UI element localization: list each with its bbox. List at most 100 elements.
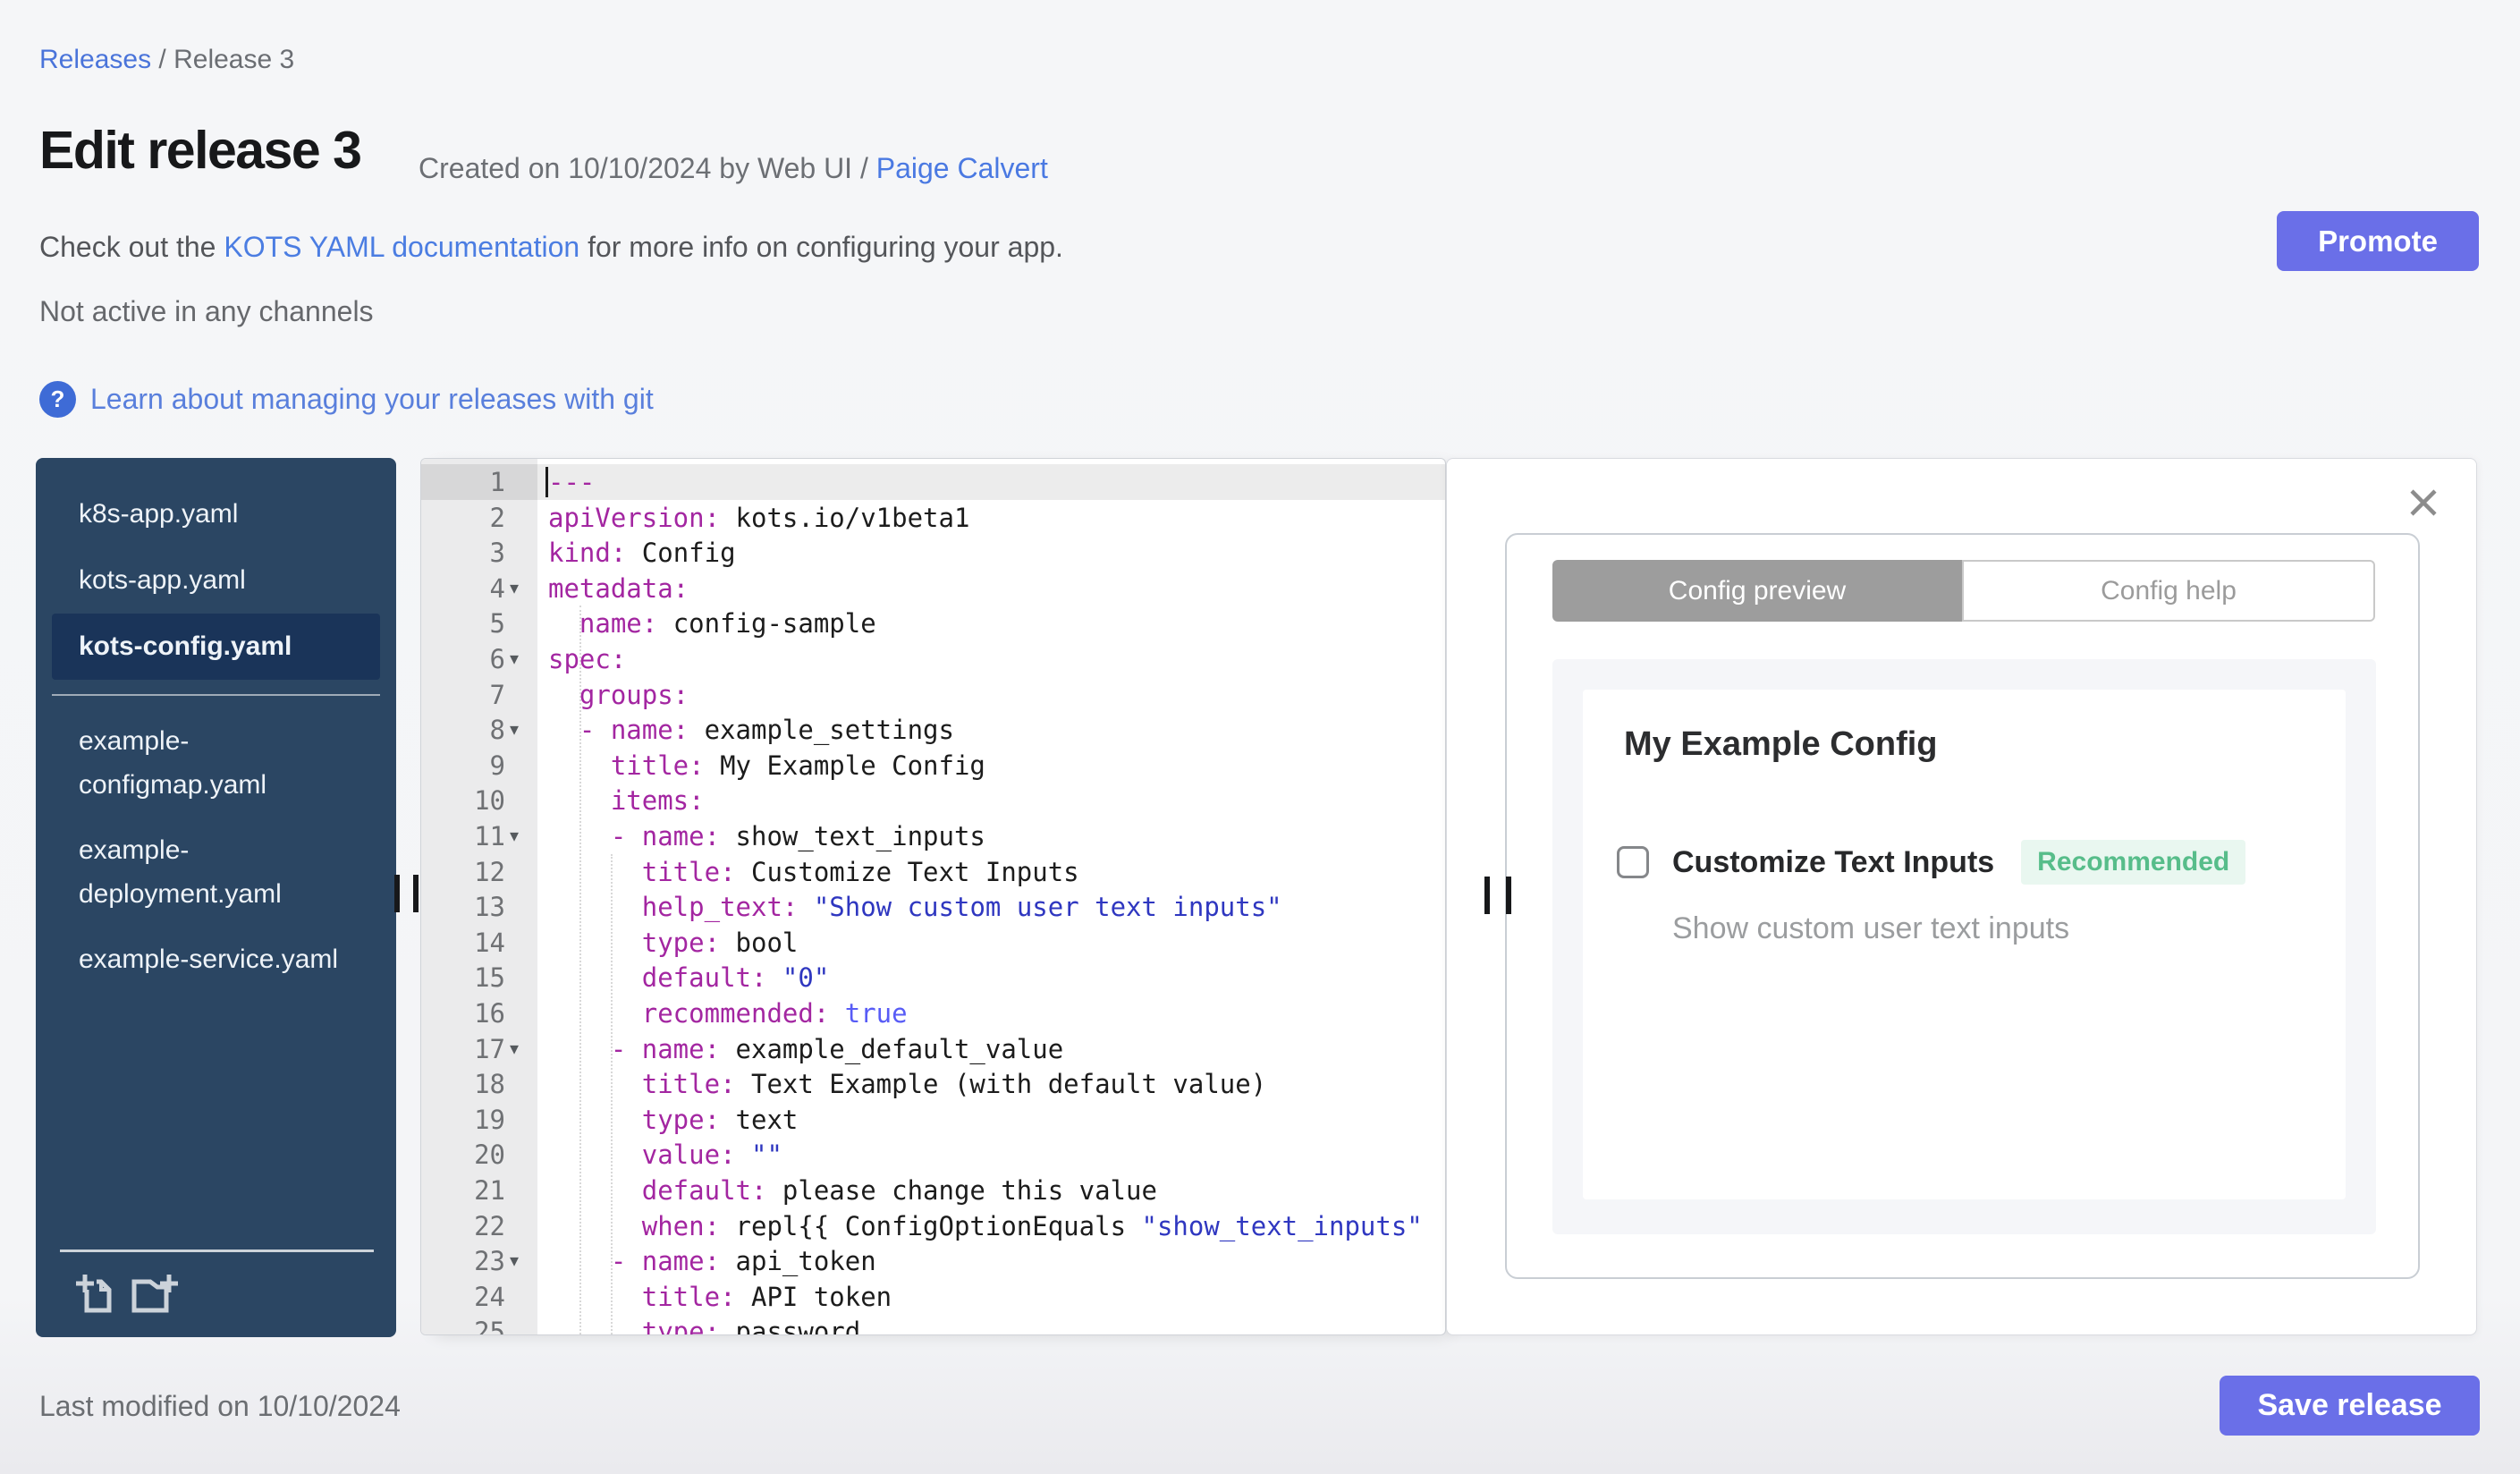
tab-config-help[interactable]: Config help [1962, 560, 2375, 622]
kots-docs-link[interactable]: KOTS YAML documentation [224, 231, 579, 263]
line-number: 1 [489, 467, 505, 497]
tab-config-preview[interactable]: Config preview [1552, 560, 1962, 622]
code-line-22[interactable]: 22 when: repl{{ ConfigOptionEquals "show… [421, 1208, 1445, 1244]
code-line-21[interactable]: 21 default: please change this value [421, 1173, 1445, 1208]
code-line-2[interactable]: 2 apiVersion: kots.io/v1beta1 [421, 500, 1445, 536]
code-text: recommended: true [641, 998, 908, 1029]
line-number: 21 [474, 1175, 505, 1206]
code-line-19[interactable]: 19 type: text [421, 1102, 1445, 1138]
config-item-row: Customize Text Inputs Recommended [1617, 840, 2246, 885]
line-number: 17 [474, 1033, 505, 1064]
file-list: k8s-app.yaml kots-app.yaml kots-config.yam… [36, 481, 396, 992]
fold-arrow-icon[interactable]: ▾ [510, 641, 537, 677]
code-line-15[interactable]: 15 default: "0" [421, 960, 1445, 995]
fold-arrow-icon[interactable]: ▾ [510, 1243, 537, 1279]
code-line-24[interactable]: 24 title: API token [421, 1279, 1445, 1315]
customize-text-inputs-checkbox[interactable] [1617, 846, 1649, 878]
file-item-example-configmap.yaml[interactable]: example-configmap.yaml [36, 708, 376, 817]
line-number: 20 [474, 1139, 505, 1171]
code-line-25[interactable]: 25 type: password [421, 1314, 1445, 1334]
line-number: 22 [474, 1210, 505, 1241]
file-item-label: example-deployment.yaml [79, 835, 282, 909]
config-preview-panel: Config preview Config help My Example Co… [1446, 458, 2477, 1335]
promote-button[interactable]: Promote [2277, 211, 2479, 271]
code-line-23[interactable]: 23 ▾ - name: api_token [421, 1243, 1445, 1279]
code-line-6[interactable]: 6 ▾ spec: [421, 641, 1445, 677]
code-line-10[interactable]: 10 items: [421, 783, 1445, 818]
code-text: title: Customize Text Inputs [641, 856, 1079, 887]
code-text: default: "0" [641, 962, 830, 994]
line-number: 5 [489, 608, 505, 640]
created-text: Created on 10/10/2024 by Web UI / [419, 152, 876, 184]
code-line-17[interactable]: 17 ▾ - name: example_default_value [421, 1031, 1445, 1067]
code-text: default: please change this value [641, 1175, 1157, 1206]
save-release-button[interactable]: Save release [2220, 1376, 2480, 1436]
code-text: - name: example_settings [579, 715, 954, 746]
code-line-11[interactable]: 11 ▾ - name: show_text_inputs [421, 818, 1445, 854]
page-title: Edit release 3 [39, 121, 362, 180]
code-line-3[interactable]: 3 kind: Config [421, 535, 1445, 571]
upload-file-icon[interactable] [131, 1270, 179, 1317]
yaml-editor[interactable]: 1 --- 2 apiVersion: kots.io/v1beta1 3 kind: C… [420, 458, 1446, 1335]
code-text: apiVersion: kots.io/v1beta1 [548, 502, 970, 533]
file-item-example-deployment.yaml[interactable]: example-deployment.yaml [36, 817, 376, 927]
fold-arrow-icon[interactable]: ▾ [510, 1031, 537, 1067]
code-text: items: [610, 785, 705, 817]
config-group-title: My Example Config [1624, 725, 1938, 763]
code-line-8[interactable]: 8 ▾ - name: example_settings [421, 712, 1445, 748]
left-resize-handle-bar[interactable] [394, 875, 400, 912]
code-text: metadata: [548, 572, 689, 604]
line-number: 19 [474, 1104, 505, 1135]
code-text: value: "" [641, 1139, 782, 1171]
file-item-kots-config.yaml[interactable]: kots-config.yaml [52, 614, 380, 680]
code-text: title: My Example Config [610, 750, 985, 781]
git-releases-link[interactable]: Learn about managing your releases with … [90, 383, 654, 416]
code-line-18[interactable]: 18 title: Text Example (with default val… [421, 1066, 1445, 1102]
code-text: - name: show_text_inputs [610, 821, 985, 851]
code-line-20[interactable]: 20 value: "" [421, 1137, 1445, 1173]
code-text: --- [548, 467, 596, 497]
left-resize-handle-bar[interactable] [413, 875, 419, 912]
fold-arrow-icon[interactable]: ▾ [510, 818, 537, 854]
close-icon[interactable] [2404, 484, 2443, 523]
code-text: - name: api_token [610, 1246, 876, 1277]
docs-line: Check out the KOTS YAML documentation fo… [39, 231, 1063, 264]
code-line-13[interactable]: 13 help_text: "Show custom user text inp… [421, 889, 1445, 925]
code-line-12[interactable]: 12 title: Customize Text Inputs [421, 854, 1445, 890]
code-text: name: config-sample [579, 608, 876, 640]
last-modified: Last modified on 10/10/2024 [39, 1390, 401, 1422]
sidebar-divider [60, 1250, 374, 1252]
breadcrumb: Releases / Release 3 [39, 45, 294, 75]
right-resize-handle-bar[interactable] [1506, 877, 1511, 914]
sidebar-divider [52, 694, 380, 696]
git-help-row: ? Learn about managing your releases wit… [39, 381, 654, 418]
code-text: type: text [641, 1104, 799, 1135]
code-text: title: Text Example (with default value) [641, 1069, 1267, 1100]
line-number: 4 [489, 572, 505, 604]
author-link[interactable]: Paige Calvert [876, 152, 1048, 184]
code-line-9[interactable]: 9 title: My Example Config [421, 748, 1445, 784]
fold-arrow-icon[interactable]: ▾ [510, 571, 537, 606]
code-line-14[interactable]: 14 type: bool [421, 925, 1445, 961]
code-line-1[interactable]: 1 --- [421, 464, 1445, 500]
line-number: 16 [474, 998, 505, 1029]
code-line-7[interactable]: 7 groups: [421, 677, 1445, 713]
fold-arrow-icon[interactable]: ▾ [510, 712, 537, 748]
file-item-example-service.yaml[interactable]: example-service.yaml [36, 927, 376, 992]
config-item-help: Show custom user text inputs [1672, 911, 2070, 945]
breadcrumb-separator: / [151, 45, 174, 74]
breadcrumb-releases-link[interactable]: Releases [39, 45, 151, 74]
add-file-icon[interactable] [75, 1270, 116, 1317]
line-number: 13 [474, 892, 505, 923]
code-line-16[interactable]: 16 recommended: true [421, 995, 1445, 1031]
file-item-kots-app.yaml[interactable]: kots-app.yaml [36, 547, 396, 614]
code-line-4[interactable]: 4 ▾ metadata: [421, 571, 1445, 606]
right-resize-handle-bar[interactable] [1484, 877, 1490, 914]
code-line-5[interactable]: 5 name: config-sample [421, 606, 1445, 641]
line-number: 10 [474, 785, 505, 817]
question-icon: ? [39, 381, 76, 418]
config-render-area: My Example Config Customize Text Inputs … [1552, 659, 2376, 1234]
file-item-k8s-app.yaml[interactable]: k8s-app.yaml [36, 481, 396, 547]
config-preview-card: Config preview Config help My Example Co… [1505, 533, 2420, 1279]
code-text: type: bool [641, 927, 799, 958]
